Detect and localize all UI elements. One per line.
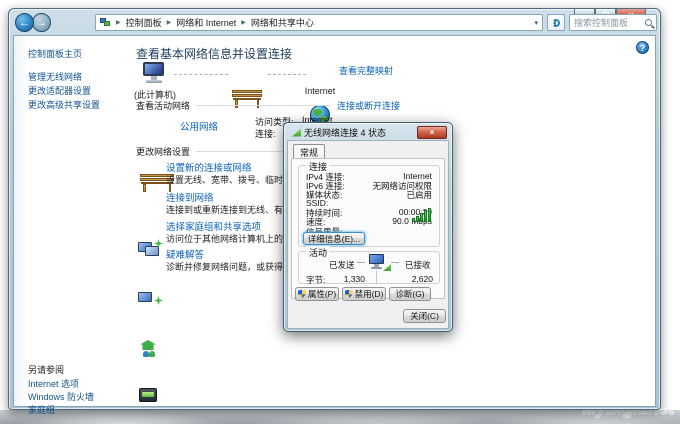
active-networks-header: 查看活动网络 bbox=[136, 99, 190, 112]
back-button[interactable]: ← bbox=[15, 13, 34, 32]
speed-label: 速度: bbox=[306, 216, 325, 225]
ipv6-value: 无网络访问权限 bbox=[372, 180, 432, 189]
new-connection-icon bbox=[138, 240, 162, 260]
connect-network-icon bbox=[138, 290, 162, 310]
network-icon bbox=[100, 18, 110, 27]
map-link-line bbox=[174, 74, 228, 75]
bytes-received-value: 2,620 bbox=[399, 274, 433, 284]
close-action-label: 关闭(C) bbox=[410, 310, 439, 322]
sidebar-item-internet-options[interactable]: Internet 选项 bbox=[28, 377, 79, 390]
close-icon: × bbox=[430, 128, 435, 137]
sidebar-item-advanced-sharing[interactable]: 更改高级共享设置 bbox=[28, 98, 100, 111]
breadcrumb-control-panel[interactable]: 控制面板 bbox=[124, 16, 164, 29]
refresh-button[interactable] bbox=[547, 14, 565, 31]
disable-button[interactable]: 禁用(D) bbox=[342, 287, 386, 301]
details-button-label: 详细信息(E)... bbox=[308, 233, 360, 245]
dialog-title: 无线网络连接 4 状态 bbox=[304, 126, 386, 139]
divider bbox=[391, 262, 399, 263]
ssid-label: SSID: bbox=[306, 198, 328, 207]
active-networks-header-row: 查看活动网络 连接或断开连接 bbox=[136, 99, 400, 112]
task-connect-network-link[interactable]: 连接到网络 bbox=[166, 190, 214, 204]
sent-label: 已发送 bbox=[329, 259, 355, 271]
task-homegroup-link[interactable]: 选择家庭组和共享选项 bbox=[166, 219, 261, 233]
breadcrumb-network-internet[interactable]: 网络和 Internet bbox=[174, 16, 238, 29]
bytes-label: 字节: bbox=[306, 274, 325, 286]
uac-shield-icon bbox=[345, 290, 353, 299]
see-also-header: 另请参阅 bbox=[28, 363, 64, 376]
homegroup-icon bbox=[138, 339, 162, 359]
dialog-titlebar: 无线网络连接 4 状态 bbox=[292, 126, 386, 139]
forward-icon: → bbox=[36, 17, 47, 29]
activity-computer-icon bbox=[367, 254, 387, 271]
duration-label: 持续时间: bbox=[306, 207, 342, 216]
connections-label: 连接: bbox=[255, 127, 276, 140]
chevron-right-icon: ▶ bbox=[113, 19, 124, 26]
uac-shield-icon bbox=[298, 290, 306, 299]
diagnose-button[interactable]: 诊断(G) bbox=[389, 287, 431, 301]
troubleshoot-icon bbox=[138, 387, 162, 407]
desktop: 数码之家 MyDigit.net × ← → ▶ 控制面板 ▶ 网络和 Inte… bbox=[0, 0, 680, 424]
connect-disconnect-link[interactable]: 连接或断开连接 bbox=[337, 99, 400, 112]
chevron-down-icon[interactable]: ▾ bbox=[534, 19, 538, 27]
refresh-icon bbox=[552, 19, 560, 27]
breadcrumb[interactable]: ▶ 控制面板 ▶ 网络和 Internet ▶ 网络和共享中心 ▾ bbox=[95, 14, 543, 31]
received-label: 已接收 bbox=[405, 259, 431, 271]
search-input[interactable]: 搜索控制面板 bbox=[569, 14, 657, 31]
ipv4-value: Internet bbox=[403, 171, 432, 180]
divider bbox=[376, 271, 377, 284]
wireless-signal-icon bbox=[292, 129, 301, 137]
media-state-value: 已启用 bbox=[406, 189, 432, 198]
properties-button-label: 属性(P) bbox=[308, 288, 336, 300]
breadcrumb-network-sharing[interactable]: 网络和共享中心 bbox=[249, 16, 316, 29]
view-full-map-link[interactable]: 查看完整映射 bbox=[339, 64, 393, 77]
tab-general-label: 常规 bbox=[300, 146, 318, 159]
map-link-line bbox=[268, 74, 306, 75]
divider bbox=[196, 105, 331, 106]
diagnose-button-label: 诊断(G) bbox=[395, 288, 424, 300]
tab-page: 连接 IPv4 连接:Internet IPv6 连接:无网络访问权限 媒体状态… bbox=[291, 158, 445, 299]
forward-button[interactable]: → bbox=[32, 13, 51, 32]
public-network-link[interactable]: 公用网络 bbox=[180, 119, 218, 133]
sidebar-item-home[interactable]: 控制面板主页 bbox=[28, 47, 82, 60]
ipv4-label: IPv4 连接: bbox=[306, 171, 345, 180]
sidebar: 控制面板主页 管理无线网络 更改适配器设置 更改高级共享设置 另请参阅 Inte… bbox=[14, 36, 122, 406]
media-state-label: 媒体状态: bbox=[306, 189, 342, 198]
wireless-signal-icon bbox=[383, 264, 391, 271]
details-button[interactable]: 详细信息(E)... bbox=[303, 232, 365, 245]
search-icon bbox=[645, 19, 652, 26]
ipv6-label: IPv6 连接: bbox=[306, 180, 345, 189]
sidebar-item-windows-firewall[interactable]: Windows 防火墙 bbox=[28, 390, 94, 403]
bytes-sent-value: 1,330 bbox=[329, 274, 365, 284]
page-title: 查看基本网络信息并设置连接 bbox=[136, 45, 292, 62]
signal-strength-icon bbox=[412, 208, 431, 222]
dialog-close-button[interactable]: × bbox=[417, 126, 447, 139]
search-placeholder: 搜索控制面板 bbox=[574, 16, 645, 29]
dialog-close-action-button[interactable]: 关闭(C) bbox=[403, 309, 446, 323]
wireless-status-dialog: 无线网络连接 4 状态 × 常规 连接 IPv4 连接:Internet IPv… bbox=[283, 122, 453, 332]
divider bbox=[357, 262, 365, 263]
internet-label: Internet bbox=[300, 86, 340, 96]
sidebar-item-adapter-settings[interactable]: 更改适配器设置 bbox=[28, 84, 91, 97]
back-icon: ← bbox=[19, 17, 30, 29]
dialog-body: 常规 连接 IPv4 连接:Internet IPv6 连接:无网络访问权限 媒… bbox=[287, 140, 449, 329]
task-new-connection-link[interactable]: 设置新的连接或网络 bbox=[166, 160, 252, 174]
activity-group-label: 活动 bbox=[306, 246, 330, 259]
task-troubleshoot-link[interactable]: 疑难解答 bbox=[166, 247, 204, 261]
chevron-right-icon: ▶ bbox=[238, 19, 249, 26]
sidebar-item-manage-wireless[interactable]: 管理无线网络 bbox=[28, 70, 82, 83]
computer-icon[interactable] bbox=[140, 62, 168, 86]
disable-button-label: 禁用(D) bbox=[355, 288, 384, 300]
change-settings-header: 更改网络设置 bbox=[136, 145, 190, 158]
connection-group: 连接 IPv4 连接:Internet IPv6 连接:无网络访问权限 媒体状态… bbox=[298, 165, 440, 247]
sidebar-item-homegroup[interactable]: 家庭组 bbox=[28, 403, 55, 416]
activity-group: 活动 已发送 已接收 字节: 1,330 2,620 bbox=[298, 251, 440, 284]
properties-button[interactable]: 属性(P) bbox=[295, 287, 339, 301]
chevron-right-icon: ▶ bbox=[164, 19, 175, 26]
tab-general[interactable]: 常规 bbox=[293, 144, 325, 159]
